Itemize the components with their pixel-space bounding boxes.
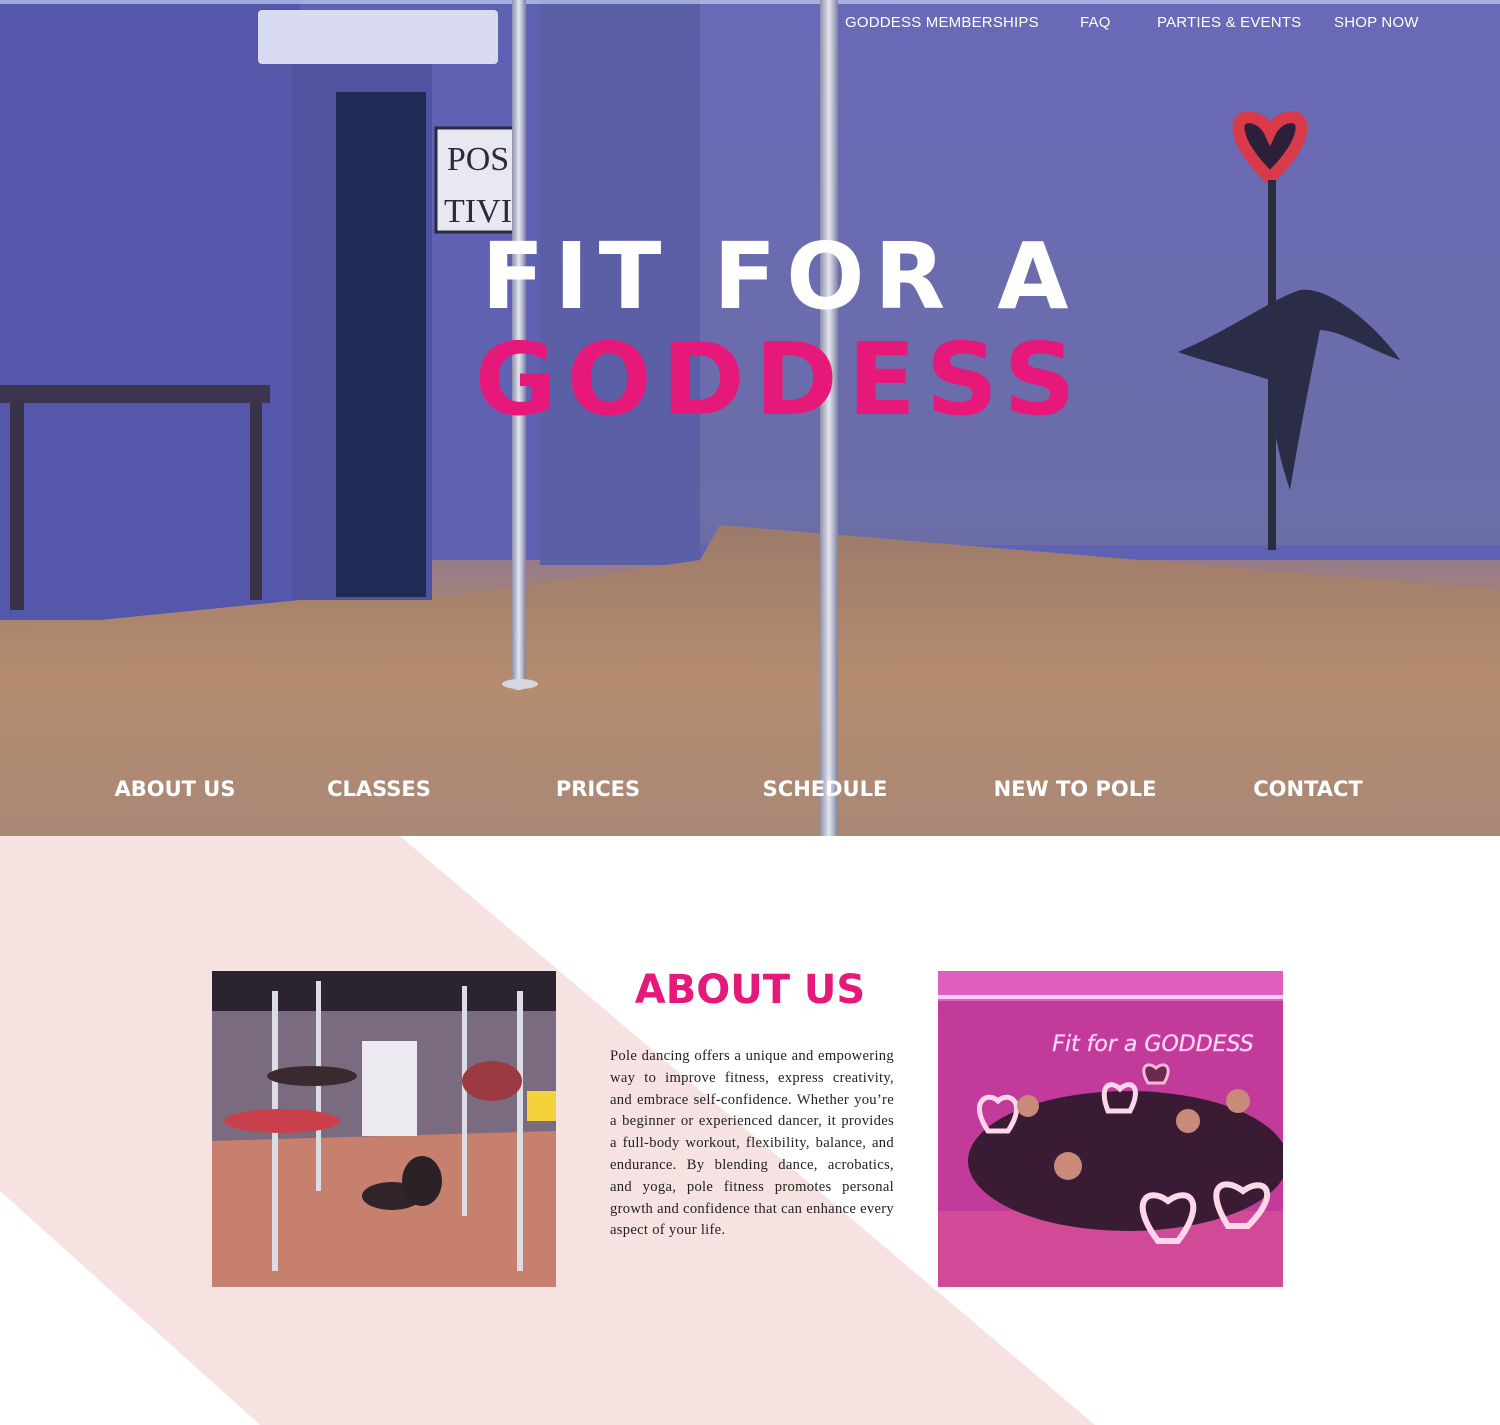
about-title: ABOUT US	[634, 967, 866, 1013]
nav-new-to-pole[interactable]: NEW TO POLE	[965, 777, 1185, 801]
nav-parties-events[interactable]: PARTIES & EVENTS	[1157, 14, 1301, 31]
neon-sign-text: Fit for a GODDESS	[1052, 1032, 1253, 1057]
nav-schedule[interactable]: SCHEDULE	[715, 777, 935, 801]
group-photo-neon: Fit for a GODDESS	[938, 971, 1283, 1287]
nav-faq[interactable]: FAQ	[1080, 14, 1111, 31]
nav-about-us[interactable]: ABOUT US	[65, 777, 285, 801]
poster-text-top: POS	[447, 141, 509, 178]
nav-classes[interactable]: CLASSES	[269, 777, 489, 801]
about-paragraph: Pole dancing offers a unique and empower…	[610, 1048, 894, 1239]
nav-goddess-memberships[interactable]: GODDESS MEMBERSHIPS	[845, 14, 1039, 31]
hero-section: POS TIVI GODDESS MEMBERSHIPS FAQ PARTIES…	[0, 0, 1500, 836]
studio-class-photo	[212, 971, 556, 1287]
about-section: ABOUT US Pole dancing offers a unique an…	[0, 836, 1500, 1425]
top-navigation: GODDESS MEMBERSHIPS FAQ PARTIES & EVENTS…	[0, 14, 1500, 38]
nav-prices[interactable]: PRICES	[488, 777, 708, 801]
hero-headline-line2: GODDESS	[474, 321, 1086, 438]
nav-shop-now[interactable]: SHOP NOW	[1334, 14, 1419, 31]
nav-contact[interactable]: CONTACT	[1198, 777, 1418, 801]
main-navigation: ABOUT US CLASSES PRICES SCHEDULE NEW TO …	[0, 777, 1500, 809]
hero-headline-line1: FIT FOR A	[481, 223, 1079, 330]
